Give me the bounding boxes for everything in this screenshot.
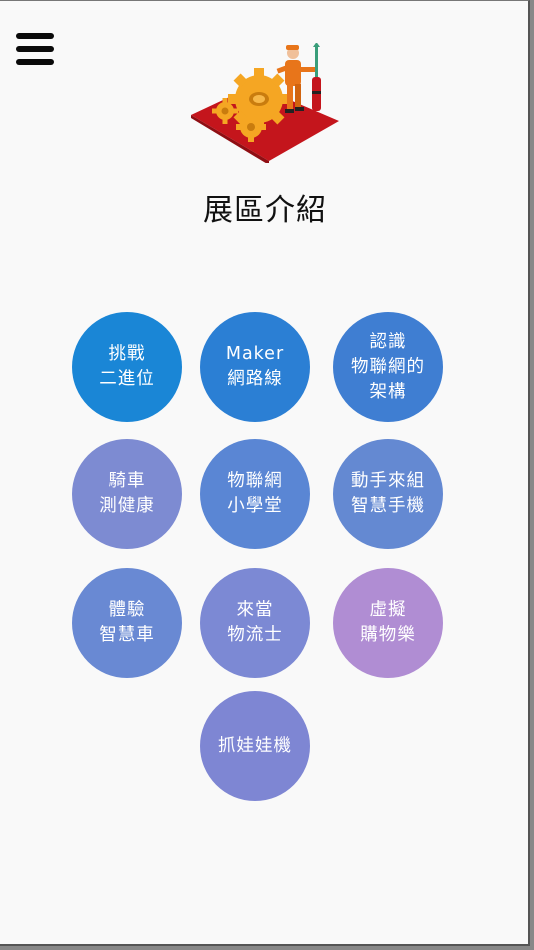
hamburger-menu-icon[interactable] xyxy=(16,33,56,69)
zone-button-maker-cable[interactable]: Maker 網路線 xyxy=(200,312,310,422)
zone-button-logistics[interactable]: 來當 物流士 xyxy=(200,568,310,678)
app-screen: 展區介紹 挑戰 二進位 Maker 網路線 認識 物聯網的 架構 騎車 測健康 … xyxy=(0,0,530,946)
zone-button-build-smartphone[interactable]: 動手來組 智慧手機 xyxy=(333,439,443,549)
menu-bar xyxy=(16,33,54,39)
menu-bar xyxy=(16,59,54,65)
zone-button-cycling-health[interactable]: 騎車 測健康 xyxy=(72,439,182,549)
engineer-with-gears-illustration xyxy=(189,42,341,165)
menu-bar xyxy=(16,46,54,52)
zone-button-virtual-shopping[interactable]: 虛擬 購物樂 xyxy=(333,568,443,678)
page-title: 展區介紹 xyxy=(203,193,327,228)
zone-button-iot-architecture[interactable]: 認識 物聯網的 架構 xyxy=(333,312,443,422)
zone-button-iot-school[interactable]: 物聯網 小學堂 xyxy=(200,439,310,549)
zone-button-claw-machine[interactable]: 抓娃娃機 xyxy=(200,691,310,801)
zone-button-smart-car[interactable]: 體驗 智慧車 xyxy=(72,568,182,678)
zone-button-binary[interactable]: 挑戰 二進位 xyxy=(72,312,182,422)
